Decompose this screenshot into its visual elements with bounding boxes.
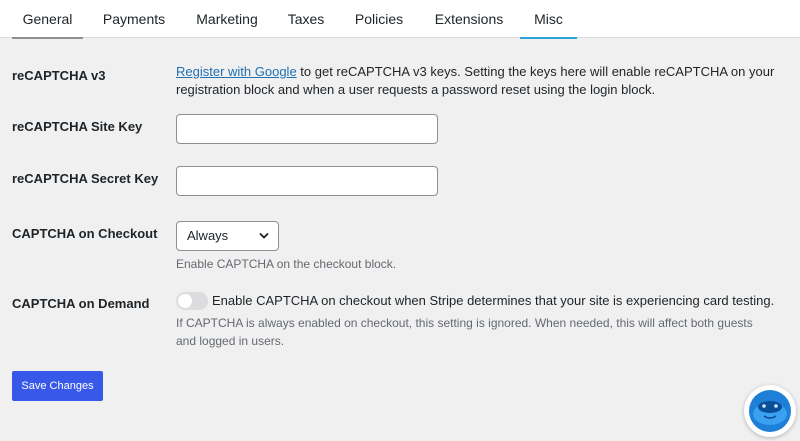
tab-label: Extensions [434,11,504,27]
captcha-demand-toggle[interactable] [176,292,208,310]
active-tab-indicator [520,37,577,39]
tab-taxes[interactable]: Taxes [281,0,331,38]
save-changes-button[interactable]: Save Changes [12,371,103,401]
help-chat-icon[interactable] [744,385,796,437]
tab-extensions[interactable]: Extensions [428,0,510,38]
captcha-demand-toggle-text: Enable CAPTCHA on checkout when Stripe d… [212,293,775,308]
register-with-google-link[interactable]: Register with Google [176,64,297,79]
tab-indicator [12,37,83,39]
help-widget-avatar-icon [749,390,791,432]
tab-label: Payments [102,11,166,27]
settings-tabs: General Payments Marketing Taxes Policie… [0,0,800,39]
tab-label: General [22,11,73,27]
captcha-demand-label: CAPTCHA on Demand [12,296,150,311]
captcha-checkout-label: CAPTCHA on Checkout [12,226,158,241]
recaptcha-v3-label: reCAPTCHA v3 [12,68,106,83]
tab-payments[interactable]: Payments [96,0,172,38]
tab-general[interactable]: General [12,0,83,39]
captcha-checkout-selected: Always [187,228,229,243]
tab-label: Marketing [196,11,258,27]
captcha-demand-help: If CAPTCHA is always enabled on checkout… [176,316,753,348]
captcha-checkout-select[interactable]: Always [176,221,279,251]
site-key-label: reCAPTCHA Site Key [12,119,143,134]
tab-misc[interactable]: Misc [520,0,577,39]
tab-policies[interactable]: Policies [348,0,410,38]
tab-marketing[interactable]: Marketing [188,0,266,38]
captcha-checkout-help: Enable CAPTCHA on the checkout block. [176,257,397,271]
tab-label: Policies [354,11,404,27]
chevron-down-icon [259,232,269,239]
recaptcha-v3-description: Register with Google to get reCAPTCHA v3… [176,63,788,99]
secret-key-label: reCAPTCHA Secret Key [12,171,159,186]
site-key-input[interactable] [176,114,438,144]
toggle-knob [178,294,192,308]
tab-label: Misc [534,11,563,27]
secret-key-input[interactable] [176,166,438,196]
tab-label: Taxes [287,11,325,27]
